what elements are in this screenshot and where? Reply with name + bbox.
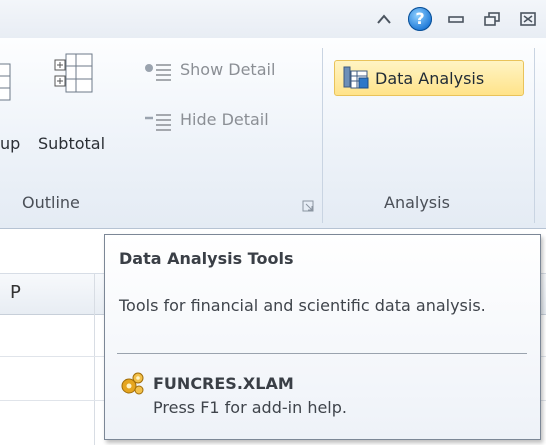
data-analysis-button[interactable]: Data Analysis (334, 60, 524, 96)
analysis-group-label: Analysis (384, 193, 450, 212)
addin-help-text: Press F1 for add-in help. (153, 398, 347, 417)
tooltip-description: Tools for financial and scientific data … (119, 296, 486, 315)
data-analysis-label: Data Analysis (375, 68, 485, 88)
group-button-label[interactable]: up (0, 134, 20, 153)
window-controls: ? (366, 4, 546, 34)
show-detail-button[interactable]: Show Detail (180, 60, 275, 79)
help-button[interactable]: ? (402, 4, 438, 34)
outline-dialog-launcher-icon[interactable] (302, 200, 314, 212)
ribbon: up Subtotal Show Detail Hide Detail Outl… (0, 38, 546, 229)
minimize-icon (448, 16, 464, 23)
outline-group-label: Outline (22, 193, 80, 212)
subtotal-button[interactable]: Subtotal (38, 134, 105, 153)
hide-detail-button[interactable]: Hide Detail (180, 110, 269, 129)
close-button[interactable] (510, 4, 546, 34)
group-divider (534, 48, 535, 223)
subtotal-icon (54, 53, 93, 93)
group-icon (0, 63, 11, 101)
close-icon (520, 12, 536, 26)
group-divider (322, 48, 323, 223)
column-divider (94, 274, 95, 445)
tooltip-divider (117, 353, 527, 354)
excel-window: ? up Subtotal Show Detail Hide Detail Ou… (0, 0, 546, 445)
show-detail-icon (145, 64, 171, 81)
hide-detail-icon (145, 114, 171, 131)
title-bar: ? (0, 0, 546, 38)
column-header-p[interactable]: P (10, 282, 21, 303)
restore-icon (484, 12, 500, 26)
ribbon-minimize-button[interactable] (366, 4, 402, 34)
help-icon: ? (408, 7, 432, 31)
tooltip-title: Data Analysis Tools (119, 249, 294, 268)
ribbon-minimize-icon (377, 14, 391, 24)
restore-button[interactable] (474, 4, 510, 34)
data-analysis-tooltip: Data Analysis Tools Tools for financial … (104, 234, 541, 440)
data-analysis-icon (343, 66, 369, 89)
minimize-button[interactable] (438, 4, 474, 34)
addin-gear-icon (121, 372, 144, 395)
addin-name: FUNCRES.XLAM (153, 374, 294, 393)
